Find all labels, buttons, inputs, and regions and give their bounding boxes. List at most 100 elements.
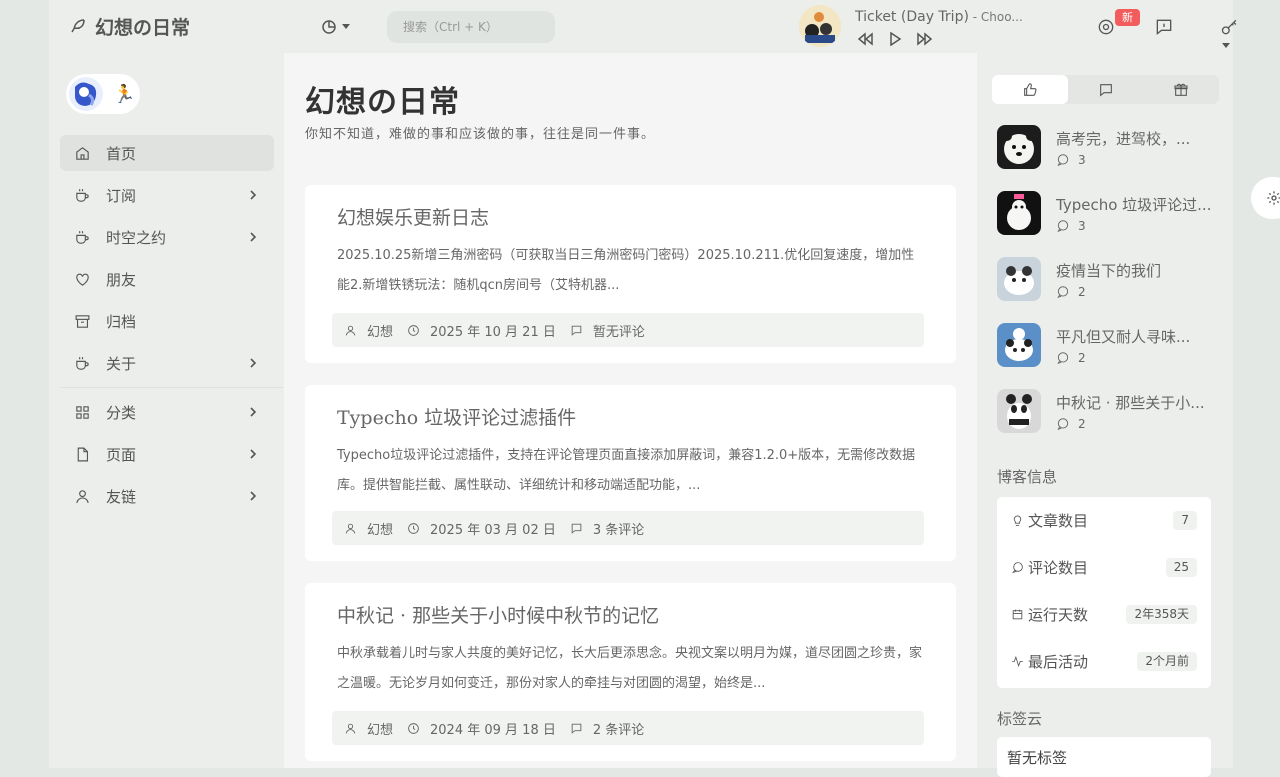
sidebar-item-pages[interactable]: 页面 [60, 436, 274, 472]
sidebar-item-category[interactable]: 分类 [60, 394, 274, 430]
post-thumbnail [997, 323, 1041, 367]
sidebar-item-home[interactable]: 首页 [60, 135, 274, 171]
blog-info-title: 博客信息 [997, 468, 1058, 486]
track-title: Ticket (Day Trip) [855, 9, 969, 25]
gift-icon [1174, 83, 1188, 96]
avatar[interactable] [69, 77, 103, 111]
tag-cloud-empty: 暂无标签 [1007, 749, 1068, 767]
comment-icon [571, 523, 582, 534]
comment-count: 3 [1078, 219, 1086, 233]
chevron-right-icon [250, 358, 257, 368]
site-title: 幻想の日常 [95, 16, 191, 39]
post-comments[interactable]: 2 条评论 [593, 719, 644, 738]
search-input[interactable]: 搜索（Ctrl + K） [387, 11, 555, 43]
page-frame: 幻想の日常 🏃 首页 订阅 时空之约 朋友 归档 关于 分类 页面 友链 搜索（… [49, 0, 1237, 777]
sidebar-item-subscribe[interactable]: 订阅 [60, 177, 274, 213]
post-card[interactable]: 中秋记 · 那些关于小时候中秋节的记忆 中秋承载着儿时与家人共度的美好记忆，长大… [305, 583, 956, 761]
list-item[interactable]: 疫情当下的我们 2 [997, 257, 1217, 323]
tab-gift[interactable] [1143, 75, 1219, 104]
message-icon [1156, 19, 1172, 36]
site-logo[interactable]: 幻想の日常 [69, 12, 190, 40]
post-meta: 幻想 2025 年 10 月 21 日 暂无评论 [332, 313, 924, 347]
comment-icon [1011, 562, 1023, 574]
info-value: 2年358天 [1126, 605, 1197, 624]
post-author[interactable]: 幻想 [367, 321, 393, 340]
cup-icon [76, 188, 89, 202]
new-badge: 新 [1115, 9, 1140, 26]
popular-post-title[interactable]: 平凡但又耐人寻味... [1056, 326, 1216, 347]
info-row-last-active: 最后活动 2个月前 [997, 638, 1211, 685]
post-title[interactable]: 幻想娱乐更新日志 [337, 203, 489, 230]
comment-icon [1057, 154, 1069, 167]
post-author[interactable]: 幻想 [367, 519, 393, 538]
post-comments[interactable]: 3 条评论 [593, 519, 644, 538]
info-label: 运行天数 [1028, 606, 1089, 624]
sidebar-item-friends[interactable]: 朋友 [60, 261, 274, 297]
post-title[interactable]: 中秋记 · 那些关于小时候中秋节的记忆 [337, 601, 659, 628]
sidebar-item-timespace[interactable]: 时空之约 [60, 219, 274, 255]
post-card[interactable]: 幻想娱乐更新日志 2025.10.25新增三角洲密码（可获取当日三角洲密码门密码… [305, 185, 956, 363]
tag-cloud-title: 标签云 [997, 710, 1043, 728]
info-value: 25 [1165, 558, 1197, 577]
tab-popular[interactable] [992, 75, 1068, 104]
comment-count: 2 [1078, 417, 1086, 431]
list-item[interactable]: 高考完，进驾校，... 3 [997, 125, 1217, 191]
list-item[interactable]: Typecho 垃圾评论过... 3 [997, 191, 1217, 257]
chevron-right-icon [250, 491, 257, 501]
post-date: 2025 年 03 月 02 日 [430, 522, 556, 538]
post-thumbnail [997, 191, 1041, 235]
post-thumbnail [997, 257, 1041, 301]
sidebar-item-links[interactable]: 友链 [60, 478, 274, 514]
post-thumbnail [997, 125, 1041, 169]
popular-post-comments: 2 [1056, 417, 1086, 431]
list-item[interactable]: 平凡但又耐人寻味... 2 [997, 323, 1217, 389]
album-cover[interactable] [799, 5, 841, 47]
heart-icon [76, 273, 89, 286]
sidebar-item-about[interactable]: 关于 [60, 345, 274, 381]
popular-post-title[interactable]: 疫情当下的我们 [1056, 260, 1216, 281]
list-item[interactable]: 中秋记 · 那些关于小... 2 [997, 389, 1217, 455]
sidebar-item-label: 朋友 [106, 270, 137, 289]
popular-post-title[interactable]: 高考完，进驾校，... [1056, 128, 1216, 149]
tab-comments[interactable] [1068, 75, 1144, 104]
rewind-icon[interactable] [857, 32, 873, 46]
clock-icon [408, 722, 419, 734]
player-controls [857, 32, 933, 46]
popular-post-title[interactable]: 中秋记 · 那些关于小... [1056, 392, 1216, 413]
target-button[interactable] [1096, 17, 1116, 41]
tag-cloud: 暂无标签 [997, 737, 1211, 777]
sidebar-item-label: 分类 [106, 403, 137, 422]
file-icon [77, 447, 89, 461]
home-icon [76, 146, 89, 160]
calendar-icon [1012, 609, 1023, 620]
gear-icon [1267, 191, 1280, 205]
comment-count: 2 [1078, 285, 1086, 299]
comment-icon [1099, 83, 1112, 96]
caret-down-icon [1222, 43, 1230, 48]
fast-forward-icon[interactable] [917, 32, 933, 46]
user-icon [76, 489, 89, 503]
post-author[interactable]: 幻想 [367, 719, 393, 738]
profile-pill[interactable]: 🏃 [66, 74, 140, 114]
play-icon[interactable] [887, 32, 903, 46]
user-icon [345, 325, 356, 335]
post-comments[interactable]: 暂无评论 [593, 321, 645, 340]
sidebar-item-label: 订阅 [106, 186, 137, 205]
clock-icon [408, 522, 419, 534]
settings-button[interactable] [1251, 177, 1280, 219]
sidebar: 幻想の日常 🏃 首页 订阅 时空之约 朋友 归档 关于 分类 页面 友链 [49, 0, 284, 768]
time-dropdown-button[interactable] [320, 18, 350, 36]
sidebar-item-label: 关于 [106, 354, 137, 373]
page-subtitle: 你知不知道，难做的事和应该做的事，往往是同一件事。 [305, 127, 656, 142]
post-title[interactable]: Typecho 垃圾评论过滤插件 [337, 403, 576, 430]
sidebar-item-label: 归档 [106, 312, 137, 331]
popular-post-title[interactable]: Typecho 垃圾评论过... [1056, 194, 1216, 215]
post-card[interactable]: Typecho 垃圾评论过滤插件 Typecho垃圾评论过滤插件，支持在评论管理… [305, 385, 956, 561]
info-value: 2个月前 [1137, 652, 1197, 671]
info-value: 7 [1173, 511, 1197, 530]
sidebar-item-archive[interactable]: 归档 [60, 303, 274, 339]
music-player: Ticket (Day Trip) - Choo... [799, 5, 1039, 49]
blog-info-panel: 文章数目 7 评论数目 25 运行天数 2年358天 最后活动 2个月前 [997, 497, 1211, 688]
message-button[interactable] [1154, 17, 1174, 41]
post-date: 2025 年 10 月 21 日 [430, 324, 556, 340]
